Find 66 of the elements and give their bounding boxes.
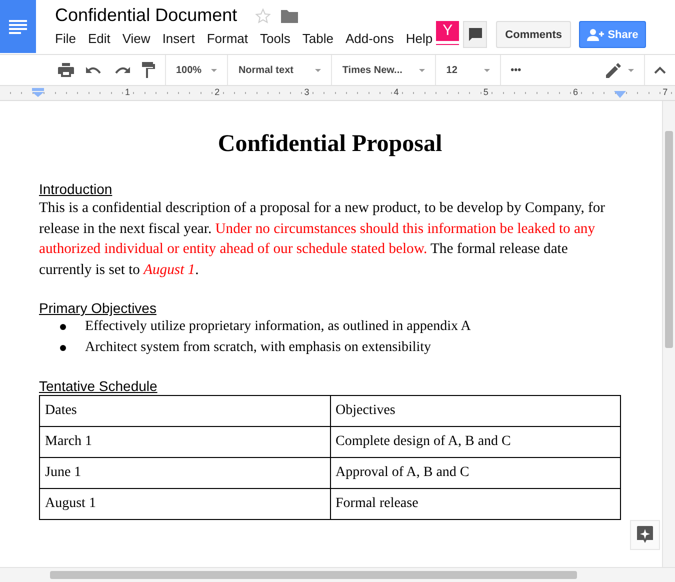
table-cell: Objectives [330,396,620,426]
more-button[interactable]: ••• [510,64,522,76]
ruler-number: 4 [392,87,400,97]
pencil-icon[interactable] [606,62,622,78]
menu-item[interactable]: Help [406,31,433,46]
caret-icon [484,68,490,72]
caret-icon [628,68,634,72]
caret-icon [315,68,322,72]
caret-icon [211,68,218,72]
table-cell: June 1 [40,458,330,488]
docs-lines-icon [9,20,27,34]
menu-item[interactable]: Edit [88,31,110,46]
menu-item[interactable]: Tools [260,31,290,46]
menu-item[interactable]: Add-ons [345,31,394,46]
undo-icon[interactable] [86,65,102,75]
star-icon[interactable] [255,8,272,24]
menu-item[interactable]: Insert [162,31,195,46]
table-cell: Approval of A, B and C [330,458,620,488]
list-item: Architect system from scratch, with emphasis on extensibility [85,338,432,356]
user-badge[interactable]: Y [436,21,460,48]
explore-button[interactable] [630,520,660,550]
ruler-number: 6 [572,87,580,97]
speech-bubble-icon [468,28,482,41]
menu-item[interactable]: Table [302,31,334,46]
table-cell: August 1 [40,488,330,520]
comment-history-button[interactable] [463,21,488,48]
menu-item[interactable]: View [122,31,150,46]
redo-icon[interactable] [114,65,130,75]
menu-item[interactable]: Format [206,31,248,46]
paint-format-icon[interactable] [142,62,155,78]
folder-icon[interactable] [281,8,298,22]
document-title[interactable]: Confidential Document [55,5,238,26]
print-icon[interactable] [58,63,74,77]
caret-icon [419,68,426,72]
font-size-dropdown[interactable]: 12 [436,55,501,85]
ruler-number: 2 [214,87,221,97]
scrollbar-thumb[interactable] [665,131,673,348]
font-dropdown[interactable]: Times New... [332,55,436,85]
ruler-number: 5 [482,87,490,97]
table-cell: March 1 [40,426,330,458]
ruler[interactable]: 1 2 3 4 5 6 7 [0,86,675,101]
person-icon [586,28,604,40]
table-cell: Complete design of A, B and C [330,426,620,458]
document-heading: Confidential Proposal [216,131,444,158]
table-cell: Dates [40,396,330,426]
section-heading: Tentative Schedule [39,377,158,395]
paragraph: This is a confidential description of a proposal for a new product, to be develop by Company, for release in the next fiscal year. Under no circumstances should this information be leaked to any authorized individual or entity ahead of our schedule stated below. The formal release date currently is set to August 1. [39,199,606,280]
comments-button[interactable]: Comments [496,21,571,48]
ruler-number: 3 [303,87,310,97]
scrollbar-thumb[interactable] [50,571,577,579]
ruler-number: 1 [124,87,132,97]
list-item: Effectively utilize proprietary information, as outlined in appendix A [85,318,471,336]
menu-item[interactable]: File [55,31,76,46]
indent-marker-icon[interactable] [32,88,44,97]
section-heading: Introduction [39,180,114,198]
section-heading: Primary Objectives [39,299,158,317]
ruler-number: 7 [662,87,669,97]
table-cell: Formal release [330,488,620,520]
indent-marker-icon[interactable] [614,91,626,98]
docs-logo[interactable] [0,0,36,53]
zoom-dropdown[interactable]: 100% [166,55,228,85]
style-dropdown[interactable]: Normal text [228,55,332,85]
bullet-icon [60,344,66,351]
bullet-icon [60,324,66,330]
sparkle-icon [637,526,653,544]
collapse-icon[interactable] [654,66,666,74]
